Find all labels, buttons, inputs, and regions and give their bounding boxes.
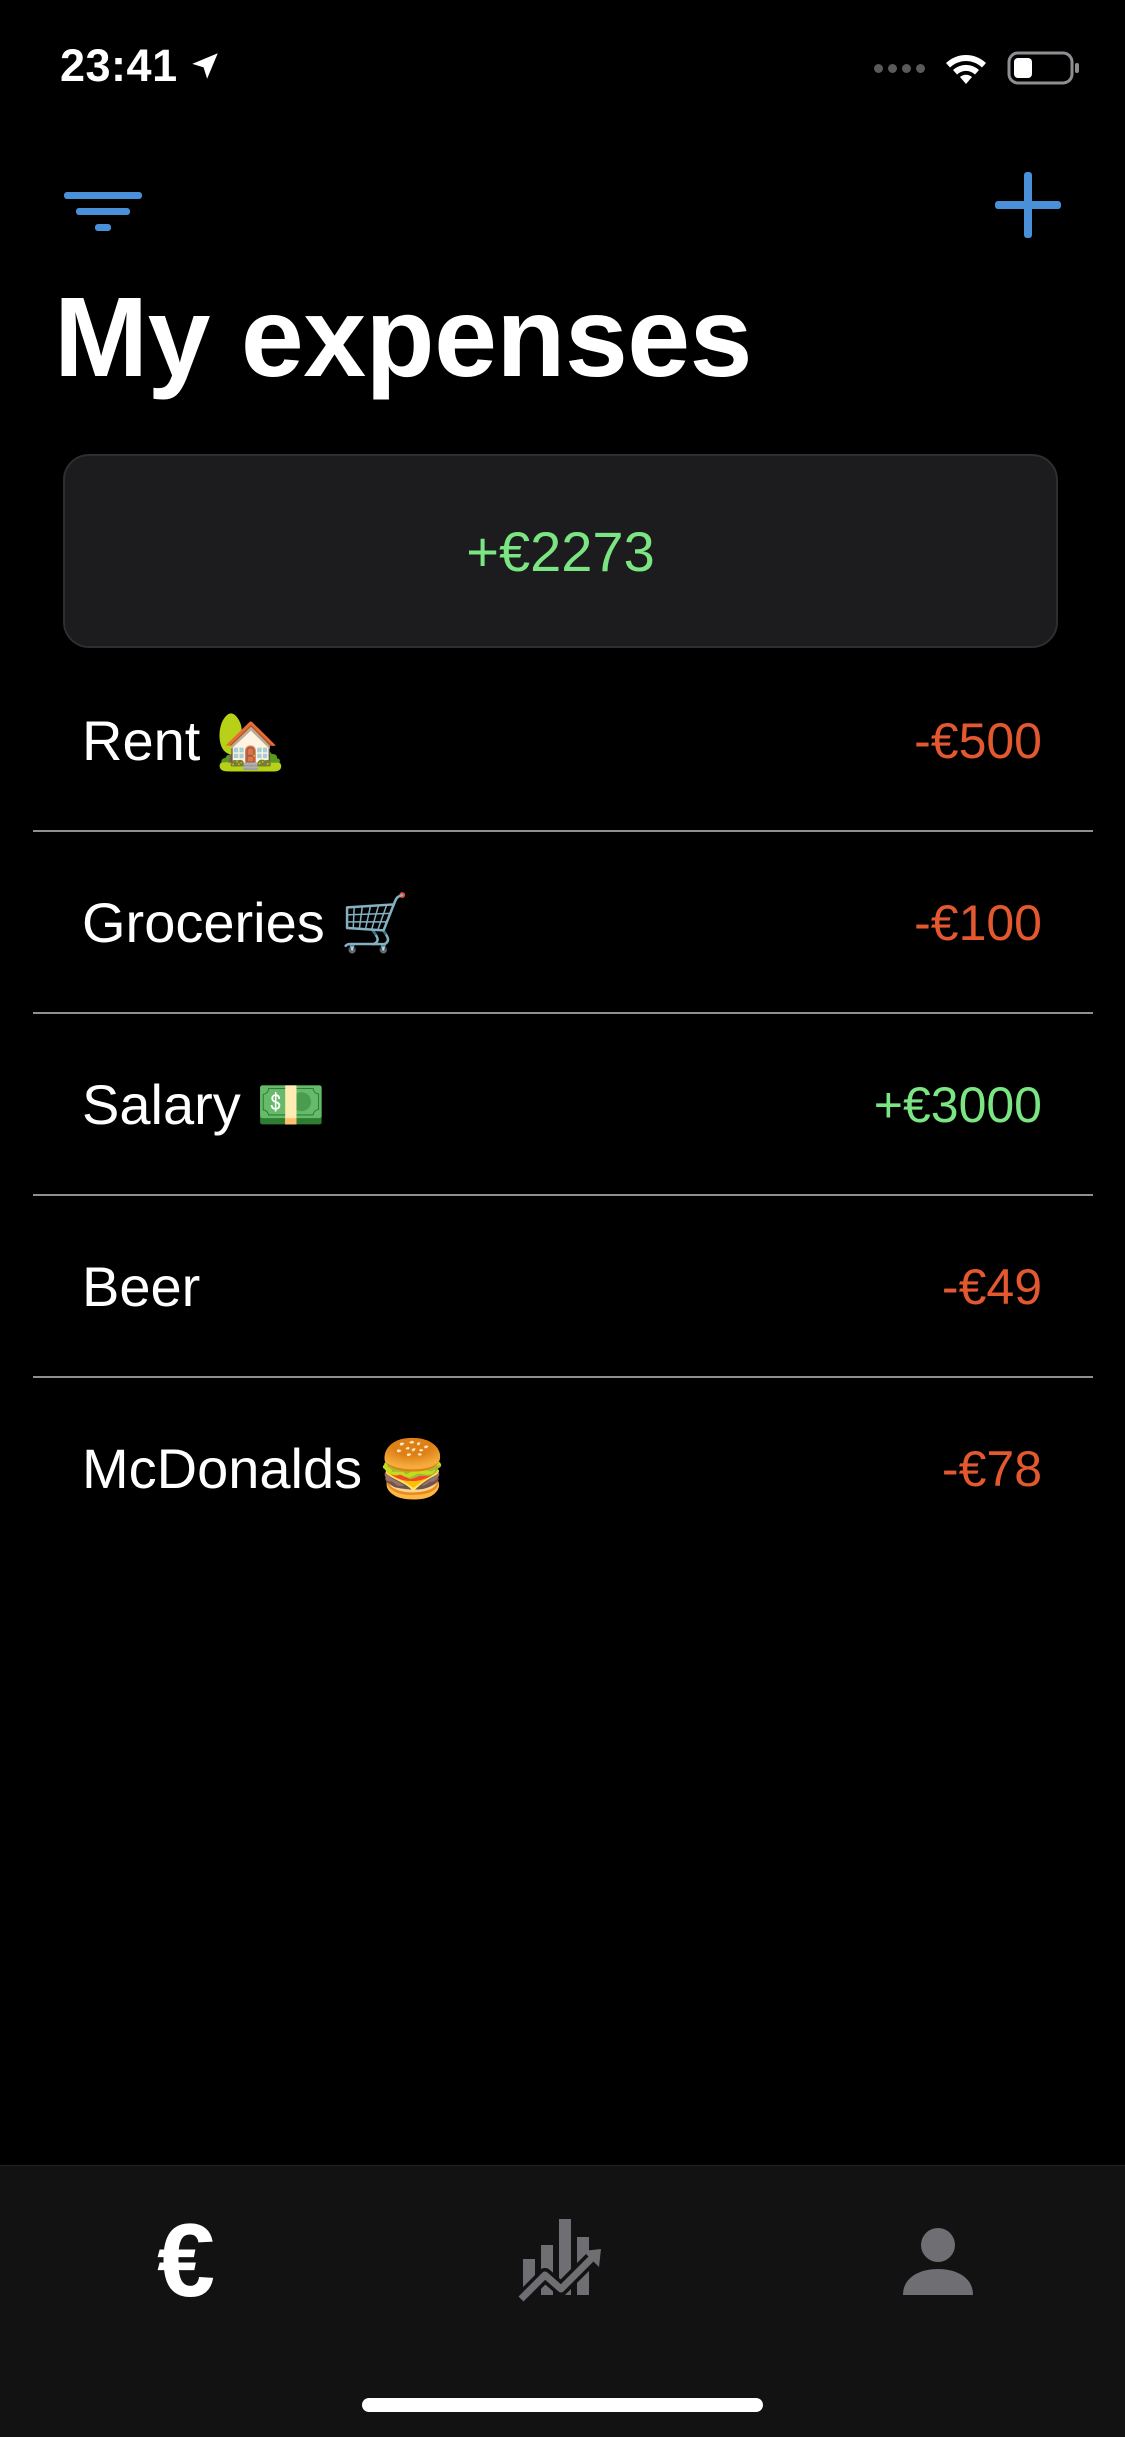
expense-row-mcdonalds[interactable]: McDonalds 🍔 -€78	[33, 1378, 1093, 1560]
page-title: My expenses	[54, 274, 753, 400]
tab-expenses[interactable]: €	[126, 2206, 246, 2316]
navigation-bar	[0, 150, 1125, 250]
expense-name: Beer	[82, 1255, 201, 1318]
expense-row-beer[interactable]: Beer -€49	[33, 1196, 1093, 1378]
expense-row-groceries[interactable]: Groceries 🛒 -€100	[33, 832, 1093, 1014]
status-time-text: 23:41	[60, 40, 178, 91]
chart-trend-icon	[517, 2219, 602, 2304]
plus-icon	[995, 172, 1061, 238]
filter-icon	[64, 192, 142, 231]
tab-statistics[interactable]	[503, 2206, 623, 2316]
cellular-signal-icon	[874, 63, 925, 73]
expense-name: Groceries 🛒	[82, 891, 411, 954]
euro-icon: €	[157, 2203, 215, 2319]
tab-bar: €	[0, 2165, 1125, 2437]
status-bar: 23:41	[0, 0, 1125, 135]
location-arrow-icon	[191, 53, 218, 79]
expense-amount: -€100	[914, 895, 1042, 951]
status-indicators	[874, 50, 1081, 86]
balance-card: +€2273	[63, 454, 1058, 648]
balance-value: +€2273	[466, 519, 655, 583]
expense-row-salary[interactable]: Salary 💵 +€3000	[33, 1014, 1093, 1196]
expense-amount: -€49	[941, 1259, 1042, 1315]
status-time: 23:41	[60, 40, 222, 92]
expense-name: Salary 💵	[82, 1073, 327, 1136]
home-indicator	[362, 2398, 763, 2412]
person-icon	[903, 2228, 973, 2295]
add-expense-button[interactable]	[983, 160, 1073, 250]
tab-profile[interactable]	[878, 2206, 998, 2316]
filter-button[interactable]	[60, 170, 150, 240]
expense-name: McDonalds 🍔	[82, 1437, 448, 1500]
expense-amount: -€500	[914, 713, 1042, 769]
expense-row-rent[interactable]: Rent 🏡 -€500	[33, 650, 1093, 832]
battery-icon	[1007, 51, 1079, 85]
wifi-icon	[946, 55, 986, 84]
expense-amount: +€3000	[873, 1077, 1042, 1133]
expense-amount: -€78	[941, 1441, 1042, 1497]
expense-list: Rent 🏡 -€500 Groceries 🛒 -€100 Salary 💵 …	[33, 650, 1093, 1560]
expense-name: Rent 🏡	[82, 709, 286, 772]
